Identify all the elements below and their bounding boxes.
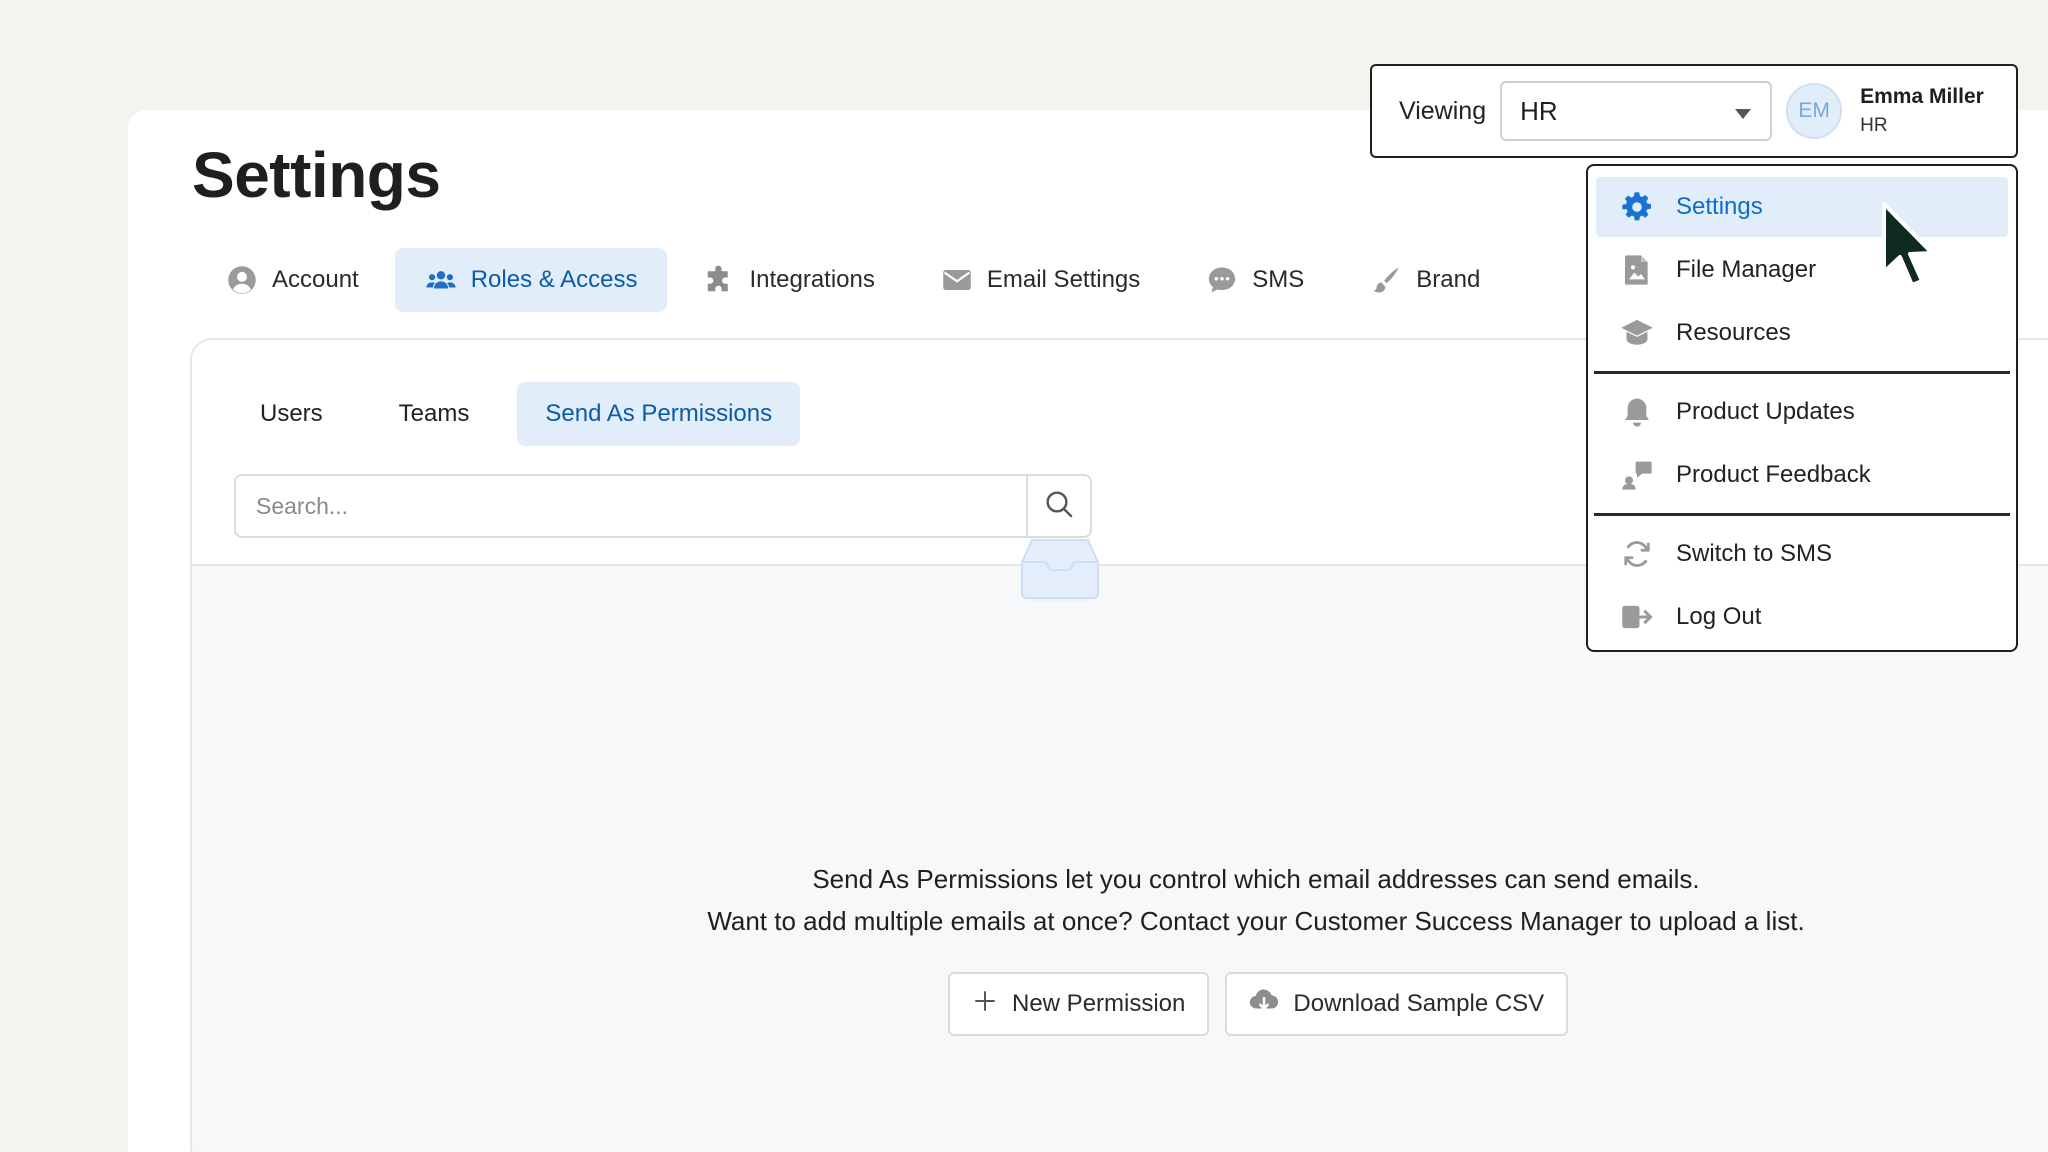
plus-icon xyxy=(972,988,998,1021)
viewing-select[interactable]: HR xyxy=(1500,81,1773,141)
tab-roles-access[interactable]: Roles & Access xyxy=(394,248,668,312)
avatar[interactable]: EM xyxy=(1786,83,1843,139)
menu-item-log-out[interactable]: Log Out xyxy=(1596,587,2008,647)
menu-item-product-updates[interactable]: Product Updates xyxy=(1596,382,2008,442)
file-image-icon xyxy=(1620,253,1654,287)
menu-item-switch-to-sms[interactable]: Switch to SMS xyxy=(1596,524,2008,584)
menu-label: Product Feedback xyxy=(1676,461,1871,488)
menu-item-settings[interactable]: Settings xyxy=(1596,177,2008,237)
subtab-send-as-permissions[interactable]: Send As Permissions xyxy=(517,382,801,446)
empty-state xyxy=(192,564,2048,1152)
button-label: Download Sample CSV xyxy=(1293,990,1545,1017)
download-sample-csv-button[interactable]: Download Sample CSV xyxy=(1225,972,1569,1036)
menu-divider xyxy=(1594,371,2010,374)
search-button[interactable] xyxy=(1026,476,1090,536)
subtab-users[interactable]: Users xyxy=(232,382,351,446)
cloud-download-icon xyxy=(1249,986,1279,1023)
subtab-teams[interactable]: Teams xyxy=(371,382,498,446)
envelope-icon xyxy=(941,264,973,296)
menu-divider xyxy=(1594,513,2010,516)
tab-sms[interactable]: SMS xyxy=(1176,248,1334,312)
menu-label: Log Out xyxy=(1676,603,1762,630)
viewing-label: Viewing xyxy=(1399,96,1487,125)
graduation-cap-icon xyxy=(1620,316,1654,350)
mouse-cursor-icon xyxy=(1880,200,1936,295)
bell-icon xyxy=(1620,395,1654,429)
menu-label: Settings xyxy=(1676,193,1763,220)
sync-icon xyxy=(1620,537,1654,571)
search-bar xyxy=(234,474,1092,538)
menu-label: Switch to SMS xyxy=(1676,540,1833,567)
menu-item-product-feedback[interactable]: Product Feedback xyxy=(1596,445,2008,505)
empty-state-description: Send As Permissions let you control whic… xyxy=(812,864,1700,894)
user-info[interactable]: Emma Miller HR xyxy=(1860,85,1984,137)
menu-label: Resources xyxy=(1676,319,1791,346)
tab-email-settings[interactable]: Email Settings xyxy=(911,248,1170,312)
chat-bubble-icon xyxy=(1206,264,1238,296)
paintbrush-icon xyxy=(1370,264,1402,296)
tab-label: Roles & Access xyxy=(470,266,638,293)
menu-item-file-manager[interactable]: File Manager xyxy=(1596,240,2008,300)
search-input[interactable] xyxy=(236,476,1026,536)
feedback-icon xyxy=(1620,458,1654,492)
tab-label: SMS xyxy=(1252,266,1305,293)
button-label: New Permission xyxy=(1012,990,1186,1017)
search-icon xyxy=(1043,488,1075,525)
viewing-selected-value: HR xyxy=(1520,95,1558,126)
users-icon xyxy=(425,264,457,296)
menu-label: File Manager xyxy=(1676,256,1817,283)
menu-item-resources[interactable]: Resources xyxy=(1596,303,2008,363)
new-permission-button[interactable]: New Permission xyxy=(948,972,1210,1036)
roles-sub-tabs: Users Teams Send As Permissions xyxy=(232,382,820,446)
page-title: Settings xyxy=(192,139,441,211)
caret-down-icon xyxy=(1734,96,1752,127)
tab-label: Integrations xyxy=(749,266,875,293)
tab-account[interactable]: Account xyxy=(196,248,389,312)
tab-label: Email Settings xyxy=(986,266,1141,293)
puzzle-icon xyxy=(703,264,735,296)
user-circle-icon xyxy=(226,264,258,296)
gear-icon xyxy=(1620,190,1654,224)
settings-tabs: Account Roles & Access Integrations Emai… xyxy=(196,248,1516,312)
empty-state-hint: Want to add multiple emails at once? Con… xyxy=(707,906,1805,936)
tab-label: Brand xyxy=(1416,266,1481,293)
user-name: Emma Miller xyxy=(1860,85,1984,108)
empty-state-actions: New Permission Download Sample CSV xyxy=(948,972,1569,1036)
inbox-tray-icon xyxy=(1018,536,1102,609)
user-role: HR xyxy=(1860,115,1888,136)
tab-brand[interactable]: Brand xyxy=(1340,248,1510,312)
menu-label: Product Updates xyxy=(1676,398,1855,425)
tab-integrations[interactable]: Integrations xyxy=(673,248,904,312)
account-header: Viewing HR EM Emma Miller HR xyxy=(1370,64,2018,158)
logout-icon xyxy=(1620,600,1654,634)
tab-label: Account xyxy=(272,266,359,293)
user-menu: Settings File Manager Resources Product … xyxy=(1586,164,2018,652)
